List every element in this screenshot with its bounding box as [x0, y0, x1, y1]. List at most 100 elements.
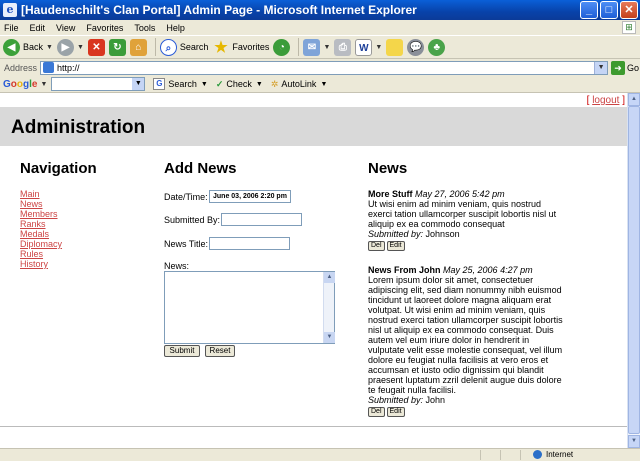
mail-dropdown-icon[interactable]: ▼	[323, 44, 330, 51]
submitted-by-label: Submitted by:	[368, 229, 424, 239]
edit-news-button[interactable]: Edit	[386, 407, 405, 417]
menu-favorites[interactable]: Favorites	[86, 23, 123, 33]
news-heading: News	[368, 160, 408, 177]
close-button[interactable]: ✕	[620, 1, 638, 19]
forward-dropdown-icon[interactable]: ▼	[77, 44, 84, 51]
menu-bar: File Edit View Favorites Tools Help ⊞	[0, 20, 640, 35]
news-item-body: Ut wisi enim ad minim veniam, quis nostr…	[368, 199, 557, 229]
address-field[interactable]: http:// ▼	[40, 60, 609, 75]
back-button[interactable]: ◀ Back ▼	[3, 38, 53, 56]
security-zone: Internet	[533, 450, 573, 459]
discuss-button[interactable]: 💬	[407, 38, 425, 56]
window-title: [Haudenschilt's Clan Portal] Admin Page …	[21, 3, 417, 17]
scroll-down-arrow-icon[interactable]: ▼	[324, 332, 335, 343]
google-search-dropdown-icon[interactable]: ▼	[132, 78, 145, 90]
windows-logo-icon: ⊞	[622, 21, 636, 34]
delete-news-button[interactable]: Del	[368, 407, 385, 417]
address-bar: Address http:// ▼ ➜ Go	[0, 59, 640, 76]
menu-help[interactable]: Help	[166, 23, 185, 33]
address-input[interactable]: http://	[57, 63, 594, 73]
forward-button[interactable]: ▶ ▼	[56, 38, 84, 56]
home-button[interactable]: ⌂	[129, 38, 147, 56]
notes-button[interactable]	[386, 38, 404, 56]
home-icon: ⌂	[129, 38, 147, 56]
nav-link-medals[interactable]: Medals	[20, 229, 49, 239]
mail-button[interactable]: ✉ ▼	[303, 38, 330, 56]
nav-link-history[interactable]: History	[20, 259, 48, 269]
news-item-title: More Stuff	[368, 189, 413, 199]
edit-news-button[interactable]: Edit	[386, 241, 405, 251]
nav-link-rules[interactable]: Rules	[20, 249, 43, 259]
google-logo[interactable]: Google	[3, 79, 37, 90]
nav-link-ranks[interactable]: Ranks	[20, 219, 46, 229]
menu-tools[interactable]: Tools	[134, 23, 155, 33]
reset-button[interactable]: Reset	[205, 345, 235, 357]
google-search-input[interactable]: ▼	[51, 77, 146, 91]
window-controls: _ □ ✕	[580, 1, 638, 19]
textarea-scrollbar[interactable]: ▲ ▼	[323, 272, 335, 343]
go-label: Go	[627, 62, 640, 73]
page-title: Administration	[11, 117, 146, 138]
news-title-field[interactable]	[209, 237, 290, 250]
nav-link-main[interactable]: Main	[20, 189, 40, 199]
refresh-button[interactable]: ↻	[108, 38, 126, 56]
spell-check-button[interactable]: ✓ Check ▼	[216, 79, 263, 90]
nav-link-news[interactable]: News	[20, 199, 43, 209]
submit-button[interactable]: Submit	[164, 345, 200, 357]
header-banner: Administration	[0, 107, 627, 146]
back-dropdown-icon[interactable]: ▼	[46, 44, 53, 51]
favorites-label: Favorites	[232, 42, 270, 52]
delete-news-button[interactable]: Del	[368, 241, 385, 251]
stop-icon: ✕	[87, 38, 105, 56]
check-label: Check	[226, 79, 252, 89]
google-search-menu-icon[interactable]: ▼	[201, 81, 208, 88]
menu-view[interactable]: View	[56, 23, 75, 33]
google-menu-dropdown-icon[interactable]: ▼	[40, 81, 47, 88]
maximize-button[interactable]: □	[600, 1, 618, 19]
favorites-star-icon: ★	[214, 38, 228, 56]
autolink-dropdown-icon[interactable]: ▼	[320, 81, 327, 88]
scrollbar-thumb[interactable]	[628, 106, 640, 434]
news-item-author: John	[425, 395, 446, 405]
window-title-bar[interactable]: e [Haudenschilt's Clan Portal] Admin Pag…	[0, 0, 640, 20]
autolink-icon: ✲	[270, 78, 279, 89]
messenger-button[interactable]: ♣	[428, 38, 446, 56]
news-item-actions: Del Edit	[368, 407, 564, 417]
navigation-list: Main News Members Ranks Medals Diplomacy…	[20, 189, 62, 269]
favorites-button[interactable]: ★ Favorites	[212, 39, 269, 56]
search-button[interactable]: ⌕ Search	[159, 38, 208, 56]
logout-area: [ logout ]	[586, 95, 625, 106]
back-label: Back	[23, 42, 44, 52]
zone-label: Internet	[546, 450, 574, 459]
scroll-up-icon[interactable]: ▲	[628, 93, 640, 106]
print-button[interactable]: ⎙	[334, 38, 352, 56]
autolink-label: AutoLink	[281, 79, 317, 89]
go-arrow-icon: ➜	[611, 60, 626, 75]
logout-link[interactable]: logout	[592, 95, 619, 106]
menu-file[interactable]: File	[4, 23, 19, 33]
edit-dropdown-icon[interactable]: ▼	[375, 44, 382, 51]
news-body-textarea[interactable]: ▲ ▼	[164, 271, 335, 344]
nav-link-diplomacy[interactable]: Diplomacy	[20, 239, 62, 249]
scroll-up-arrow-icon[interactable]: ▲	[324, 272, 335, 283]
minimize-button[interactable]: _	[580, 1, 598, 19]
go-button[interactable]: ➜ Go	[611, 60, 640, 75]
scroll-down-icon[interactable]: ▼	[628, 435, 640, 448]
nav-link-members[interactable]: Members	[20, 209, 58, 219]
history-button[interactable]: ◔	[273, 38, 291, 56]
news-body-label: News:	[164, 261, 190, 271]
edit-button[interactable]: W ▼	[355, 38, 382, 56]
stop-button[interactable]: ✕	[87, 38, 105, 56]
news-title-label: News Title:	[164, 239, 209, 249]
page-scrollbar[interactable]: ▲ ▼	[627, 93, 640, 448]
notes-icon	[386, 38, 404, 56]
check-dropdown-icon[interactable]: ▼	[256, 81, 263, 88]
address-dropdown-icon[interactable]: ▼	[594, 61, 608, 74]
address-label: Address	[4, 62, 38, 73]
submitted-by-field[interactable]	[221, 213, 302, 226]
google-search-button[interactable]: G Search ▼	[153, 78, 208, 90]
date-time-field[interactable]: June 03, 2006 2:20 pm	[209, 190, 291, 203]
autolink-button[interactable]: ✲ AutoLink ▼	[271, 79, 328, 90]
search-icon: ⌕	[159, 38, 177, 56]
menu-edit[interactable]: Edit	[30, 23, 46, 33]
